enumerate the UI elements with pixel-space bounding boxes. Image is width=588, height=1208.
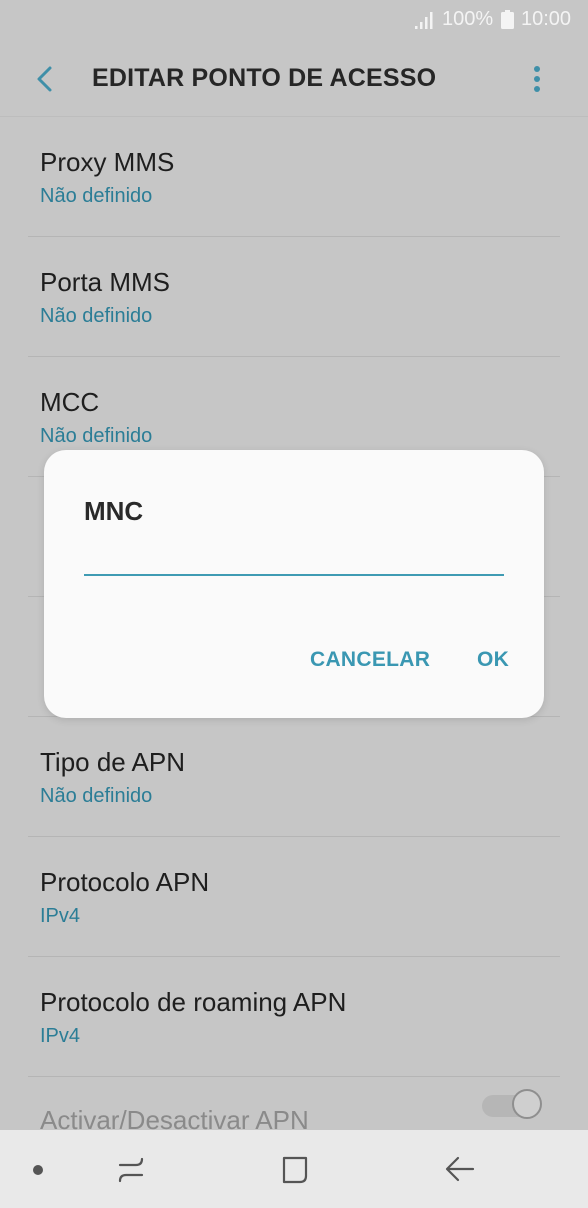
switch-thumb [512,1089,542,1119]
setting-label: Tipo de APN [40,747,186,777]
setting-mms-port[interactable]: Porta MMS Não definido [0,237,588,357]
back-arrow-icon[interactable] [28,60,62,98]
dot-indicator-icon[interactable] [33,1165,43,1175]
clock: 10:00 [521,8,572,30]
home-icon[interactable] [280,1152,310,1186]
status-bar: 100% 10:00 [0,0,588,40]
ok-button[interactable]: OK [477,648,509,672]
battery-icon [501,10,514,29]
navigation-bar [0,1130,588,1208]
setting-value: IPv4 [40,905,81,927]
mnc-dialog: MNC CANCELAR OK [44,450,544,718]
setting-label: Protocolo de roaming APN [40,987,347,1017]
setting-label: Porta MMS [40,267,171,297]
signal-icon [415,12,433,29]
setting-apn-type[interactable]: Tipo de APN Não definido [0,717,588,837]
back-nav-icon[interactable] [443,1152,477,1186]
setting-value: IPv4 [40,1025,81,1047]
setting-label: Protocolo APN [40,867,210,897]
setting-mms-proxy[interactable]: Proxy MMS Não definido [0,117,588,237]
setting-apn-roaming-protocol[interactable]: Protocolo de roaming APN IPv4 [0,957,588,1077]
setting-value: Não definido [40,425,153,447]
setting-label: MCC [40,387,100,417]
setting-value: Não definido [40,305,153,327]
page-title: EDITAR PONTO DE ACESSO [92,64,437,92]
setting-value: Não definido [40,185,153,207]
battery-percentage: 100% [442,8,494,30]
apn-toggle-switch[interactable] [482,1089,544,1119]
setting-apn-protocol[interactable]: Protocolo APN IPv4 [0,837,588,957]
more-options-icon[interactable] [522,60,552,100]
mnc-input[interactable] [84,542,504,576]
recent-apps-icon[interactable] [114,1152,148,1186]
dialog-title: MNC [84,496,144,526]
setting-value: Não definido [40,785,153,807]
setting-label: Proxy MMS [40,147,175,177]
cancel-button[interactable]: CANCELAR [310,648,430,672]
app-bar: EDITAR PONTO DE ACESSO [0,40,588,117]
